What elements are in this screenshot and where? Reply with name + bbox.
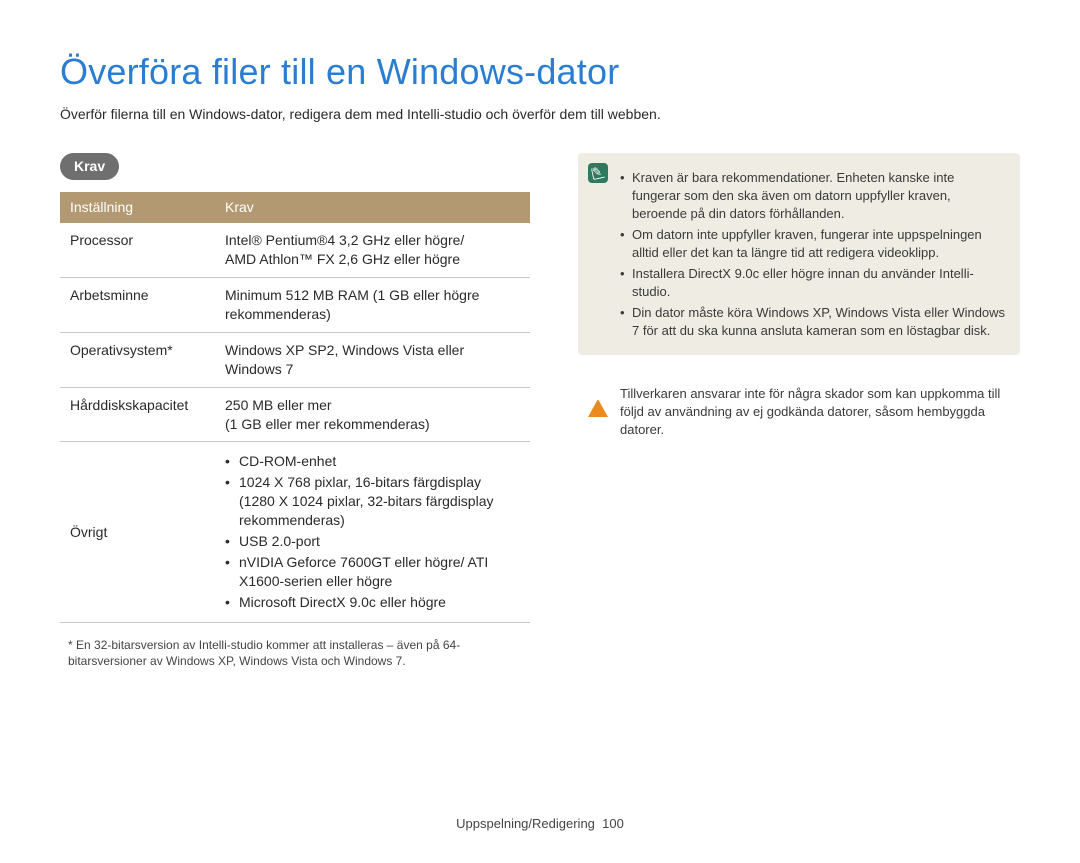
warning-note-box: Tillverkaren ansvarar inte för några ska…: [578, 373, 1020, 450]
req-label: Arbetsminne: [60, 278, 215, 333]
page-subtitle: Överför filerna till en Windows-dator, r…: [60, 105, 1020, 124]
info-note-box: Kraven är bara rekommendationer. Enheten…: [578, 153, 1020, 355]
req-value: CD-ROM-enhet 1024 X 768 pixlar, 16-bitar…: [215, 442, 530, 622]
req-label: Processor: [60, 223, 215, 277]
requirements-table: Inställning Krav Processor Intel® Pentiu…: [60, 192, 530, 622]
req-value: Windows XP SP2, Windows Vista eller Wind…: [215, 332, 530, 387]
req-value: Minimum 512 MB RAM (1 GB eller högre rek…: [215, 278, 530, 333]
list-item: Kraven är bara rekommendationer. Enheten…: [620, 169, 1006, 222]
req-label: Operativsystem*: [60, 332, 215, 387]
page-root: Överföra filer till en Windows-dator Öve…: [0, 48, 1080, 863]
list-item: Om datorn inte uppfyller kraven, fungera…: [620, 226, 1006, 261]
table-row: Processor Intel® Pentium®4 3,2 GHz eller…: [60, 223, 530, 277]
table-header-requirement: Krav: [215, 192, 530, 223]
list-item: USB 2.0-port: [225, 532, 520, 551]
list-item: Microsoft DirectX 9.0c eller högre: [225, 593, 520, 612]
table-row: Hårddiskskapacitet 250 MB eller mer (1 G…: [60, 387, 530, 442]
table-row: Arbetsminne Minimum 512 MB RAM (1 GB ell…: [60, 278, 530, 333]
note-icon: [588, 163, 608, 183]
footer-section-label: Uppspelning/Redigering: [456, 816, 595, 831]
req-label: Övrigt: [60, 442, 215, 622]
table-row: Övrigt CD-ROM-enhet 1024 X 768 pixlar, 1…: [60, 442, 530, 622]
right-column: Kraven är bara rekommendationer. Enheten…: [578, 153, 1020, 670]
exclamation-triangle-icon: [588, 384, 608, 417]
list-item: 1024 X 768 pixlar, 16-bitars färgdisplay…: [225, 473, 520, 530]
warning-text: Tillverkaren ansvarar inte för några ska…: [620, 385, 1006, 438]
left-column: Krav Inställning Krav Processor Intel® P…: [60, 153, 530, 670]
table-footnote: * En 32-bitarsversion av Intelli-studio …: [60, 637, 530, 671]
req-value: Intel® Pentium®4 3,2 GHz eller högre/ AM…: [215, 223, 530, 277]
list-item: Din dator måste köra Windows XP, Windows…: [620, 304, 1006, 339]
warning-icon: [588, 383, 608, 403]
pencil-square-icon: [588, 163, 608, 183]
list-item: nVIDIA Geforce 7600GT eller högre/ ATI X…: [225, 553, 520, 591]
table-header-setting: Inställning: [60, 192, 215, 223]
page-title: Överföra filer till en Windows-dator: [60, 48, 1020, 97]
list-item: Installera DirectX 9.0c eller högre inna…: [620, 265, 1006, 300]
list-item: CD-ROM-enhet: [225, 452, 520, 471]
section-heading-pill: Krav: [60, 153, 119, 180]
info-note-list: Kraven är bara rekommendationer. Enheten…: [620, 169, 1006, 339]
other-requirements-list: CD-ROM-enhet 1024 X 768 pixlar, 16-bitar…: [225, 452, 520, 611]
page-footer: Uppspelning/Redigering 100: [0, 815, 1080, 833]
table-row: Operativsystem* Windows XP SP2, Windows …: [60, 332, 530, 387]
req-label: Hårddiskskapacitet: [60, 387, 215, 442]
footer-page-number: 100: [602, 816, 624, 831]
two-column-layout: Krav Inställning Krav Processor Intel® P…: [60, 153, 1020, 670]
req-value: 250 MB eller mer (1 GB eller mer rekomme…: [215, 387, 530, 442]
